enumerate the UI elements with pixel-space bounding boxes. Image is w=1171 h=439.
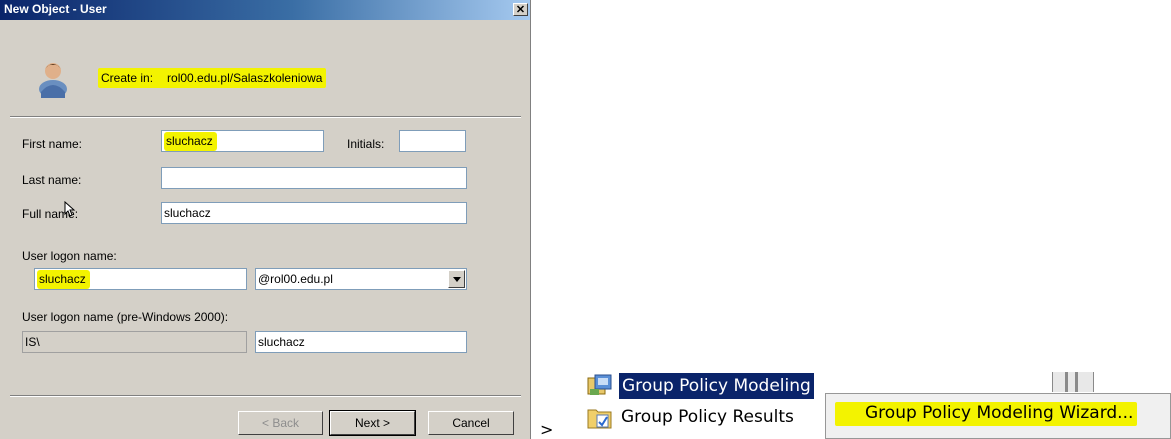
first-name-value: sluchacz [164, 132, 217, 151]
mouse-pointer-icon [64, 201, 76, 217]
results-icon [587, 409, 612, 429]
pre2000-label: User logon name (pre-Windows 2000): [22, 310, 229, 324]
next-button[interactable]: Next > [329, 410, 416, 436]
chevron-down-icon[interactable] [448, 270, 465, 288]
logon-name-field[interactable]: sluchacz [34, 268, 247, 290]
create-in-text: Create in: rol00.edu.pl/Salaszkoleniowa [98, 68, 327, 88]
modeling-icon [587, 374, 612, 395]
dialog-title: New Object - User [4, 2, 107, 16]
logon-name-label: User logon name: [22, 249, 117, 263]
domain-select[interactable]: @rol00.edu.pl [255, 268, 467, 290]
logon-name-value: sluchacz [37, 270, 90, 289]
create-in-label: Create in: [101, 71, 154, 85]
title-bar[interactable]: New Object - User ✕ [0, 0, 530, 20]
scrollbar-fragment[interactable] [1052, 372, 1094, 392]
pre2000-logon-field[interactable]: sluchacz [255, 331, 467, 353]
back-button[interactable]: < Back [238, 411, 323, 435]
modeling-label: Group Policy Modeling [619, 373, 814, 399]
menu-item-modeling-wizard[interactable]: Group Policy Modeling Wizard... [835, 402, 1138, 426]
create-in-path: rol00.edu.pl/Salaszkoleniowa [167, 71, 323, 85]
first-name-label: First name: [22, 137, 83, 151]
context-menu: Group Policy Modeling Wizard... [825, 393, 1171, 439]
cancel-button[interactable]: Cancel [428, 411, 514, 435]
new-object-user-dialog: New Object - User ✕ Create in: rol00.edu.… [0, 0, 531, 439]
connector-arrow: > [540, 420, 554, 439]
separator [10, 116, 521, 118]
last-name-label: Last name: [22, 173, 82, 187]
initials-field[interactable] [399, 130, 466, 152]
user-icon [39, 63, 67, 98]
close-icon[interactable]: ✕ [513, 3, 528, 16]
initials-label: Initials: [347, 137, 385, 151]
results-label: Group Policy Results [621, 407, 794, 427]
last-name-field[interactable] [161, 167, 467, 189]
separator [10, 395, 521, 397]
first-name-field[interactable]: sluchacz [161, 130, 324, 152]
pre2000-domain-field: IS\ [22, 331, 247, 353]
domain-value: @rol00.edu.pl [258, 272, 333, 286]
full-name-field[interactable]: sluchacz [161, 202, 467, 224]
